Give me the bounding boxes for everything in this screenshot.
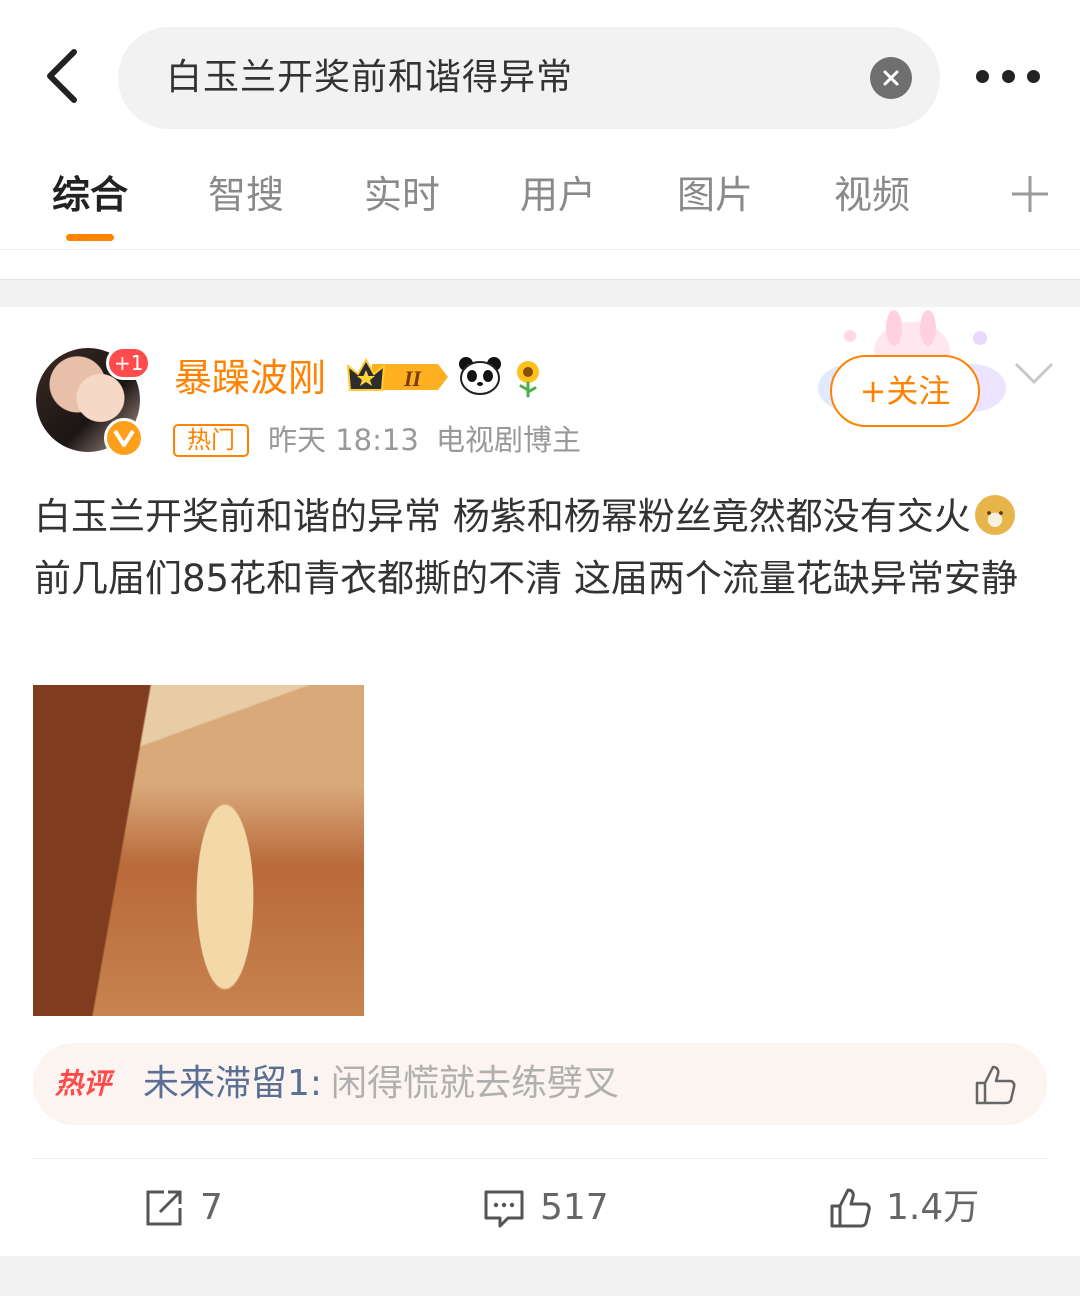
username[interactable]: 暴躁波刚 <box>174 352 326 404</box>
comment-button[interactable]: 517 <box>482 1184 609 1232</box>
author-role: 电视剧博主 <box>436 423 582 457</box>
tab-videos[interactable]: 视频 <box>834 170 910 220</box>
repost-count: 7 <box>200 1187 223 1228</box>
member-crown-icon: II <box>346 357 448 391</box>
bottom-divider <box>0 1256 1080 1296</box>
clear-icon[interactable] <box>870 57 912 99</box>
thumbs-up-icon[interactable] <box>973 1063 1017 1107</box>
share-icon <box>146 1190 182 1226</box>
search-query[interactable]: 白玉兰开奖前和谐得异常 <box>166 51 573 105</box>
hot-tag: 热门 <box>173 424 249 457</box>
tab-smart-search[interactable]: 智搜 <box>208 170 284 220</box>
comment-icon <box>484 1190 524 1228</box>
svg-text:II: II <box>403 366 423 391</box>
hot-comment-user[interactable]: 未来滞留1: <box>143 1061 322 1107</box>
post-text-part1: 白玉兰开奖前和谐的异常 杨紫和杨幂粉丝竟然都没有交火 <box>34 495 971 538</box>
comment-count: 517 <box>540 1187 609 1228</box>
sunflower-badge-icon <box>517 361 539 398</box>
follow-button[interactable]: +关注 <box>830 355 980 427</box>
search-tabs: 综合 智搜 实时 用户 图片 视频 <box>0 150 1080 250</box>
post-text: 白玉兰开奖前和谐的异常 杨紫和杨幂粉丝竟然都没有交火 前几届们85花和青衣都撕的… <box>34 486 1044 610</box>
tab-users[interactable]: 用户 <box>520 170 596 220</box>
tab-realtime[interactable]: 实时 <box>364 170 440 220</box>
post-image[interactable] <box>33 685 364 1016</box>
hot-comment[interactable]: 热评 未来滞留1: 闲得慌就去练劈叉 <box>33 1043 1047 1125</box>
action-divider <box>33 1158 1047 1159</box>
hot-comment-tag: 热评 <box>55 1067 112 1100</box>
panda-badge-icon <box>459 357 501 395</box>
hot-comment-text: 闲得慌就去练劈叉 <box>331 1063 620 1104</box>
like-count: 1.4万 <box>886 1187 980 1228</box>
post-text-part2: 前几届们85花和青衣都撕的不清 这届两个流量花缺异常安静 <box>34 557 1018 600</box>
top-bar: 白玉兰开奖前和谐得异常 <box>0 0 1080 150</box>
doge-emoji-icon <box>974 495 1015 535</box>
search-bar[interactable]: 白玉兰开奖前和谐得异常 <box>118 27 940 129</box>
tab-comprehensive[interactable]: 综合 <box>52 170 128 220</box>
avatar-badge: +1 <box>106 346 152 380</box>
section-divider <box>0 279 1080 307</box>
add-tab-icon[interactable] <box>1010 174 1050 214</box>
more-options-icon[interactable] <box>970 54 1046 98</box>
back-arrow-icon <box>47 49 77 103</box>
active-tab-indicator <box>66 234 114 241</box>
chevron-down-icon[interactable] <box>1012 358 1056 388</box>
post-time: 昨天 18:13 <box>268 423 419 457</box>
repost-button[interactable]: 7 <box>142 1184 223 1232</box>
back-button[interactable] <box>30 40 94 112</box>
tab-images[interactable]: 图片 <box>677 170 753 220</box>
like-button[interactable]: 1.4万 <box>828 1184 979 1232</box>
like-icon <box>830 1188 871 1228</box>
verified-icon <box>104 418 144 458</box>
